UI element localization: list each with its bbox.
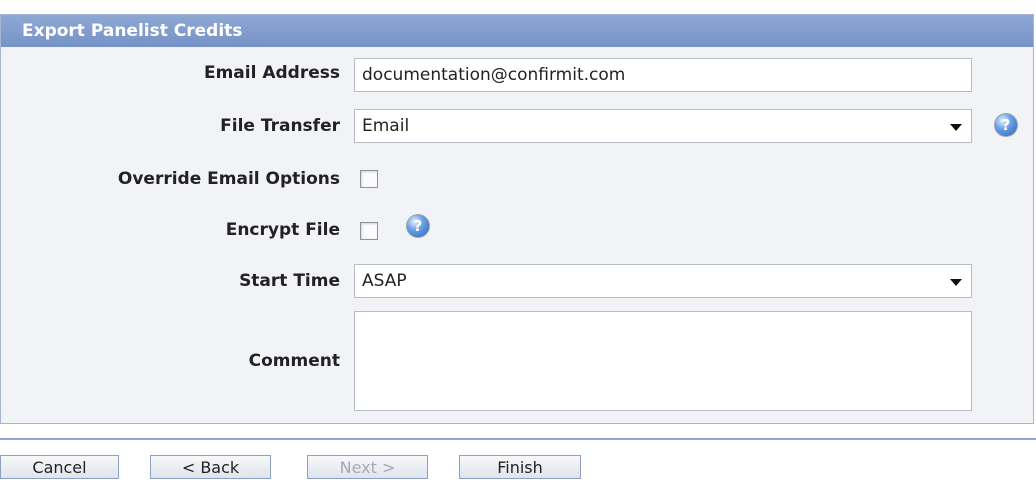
export-panel: Export Panelist Credits Email Address do… [0,14,1034,424]
override-email-checkbox[interactable] [360,170,378,188]
cancel-button[interactable]: Cancel [0,455,119,479]
back-button[interactable]: < Back [150,455,271,479]
chevron-down-icon [950,124,962,131]
file-transfer-label: File Transfer [220,116,340,136]
file-transfer-value: Email [362,116,410,136]
encrypt-file-checkbox[interactable] [360,222,378,240]
comment-label: Comment [248,351,340,371]
chevron-down-icon [950,279,962,286]
email-field[interactable]: documentation@confirmit.com [354,58,972,92]
help-icon[interactable]: ? [994,113,1018,137]
finish-button[interactable]: Finish [459,455,581,479]
start-time-label: Start Time [239,271,340,291]
comment-textarea[interactable] [354,311,972,411]
encrypt-file-label: Encrypt File [225,220,340,240]
footer-divider [0,438,1036,440]
email-label: Email Address [203,63,340,83]
override-email-label: Override Email Options [117,169,340,189]
file-transfer-select[interactable]: Email [354,109,972,143]
panel-title: Export Panelist Credits [1,15,1033,47]
start-time-select[interactable]: ASAP [354,264,972,298]
start-time-value: ASAP [362,271,407,291]
next-button[interactable]: Next > [307,455,428,479]
help-icon[interactable]: ? [406,214,430,238]
